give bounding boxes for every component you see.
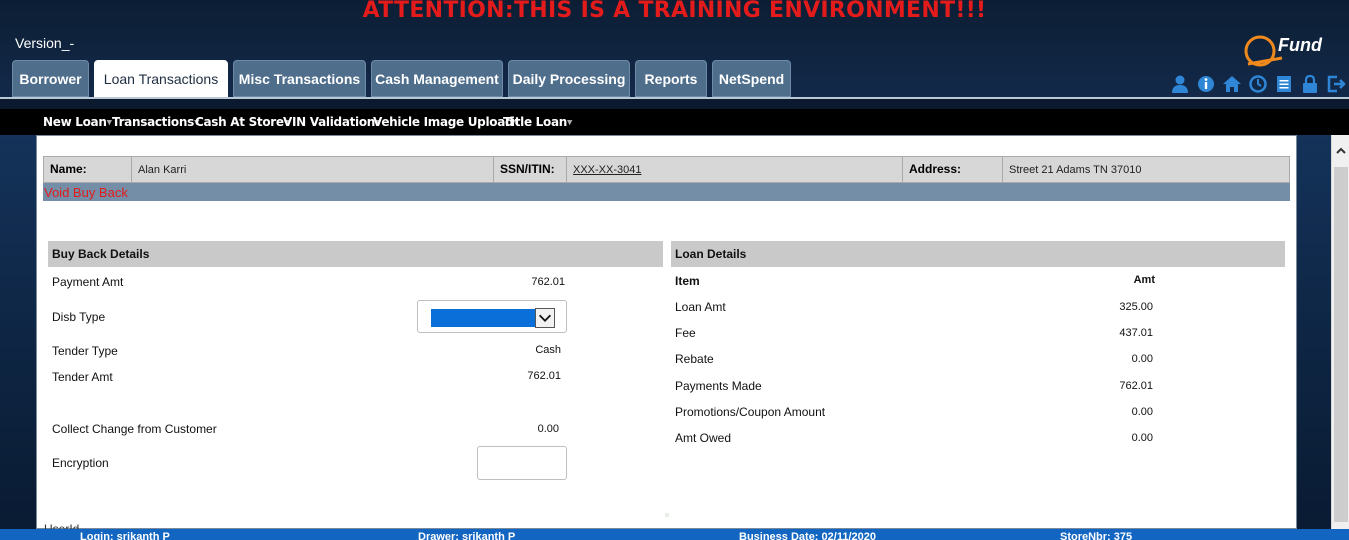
spacer-dot [665, 513, 669, 517]
loan-details-heading: Loan Details [671, 241, 1285, 267]
customer-address: Street 21 Adams TN 37010 [1009, 164, 1142, 176]
scrollbar-thumb[interactable] [1334, 167, 1348, 522]
tab-netspend[interactable]: NetSpend [712, 60, 791, 97]
footer-store: StoreNbr: 375 [1060, 531, 1133, 540]
loan-row-item: Payments Made [675, 379, 762, 393]
tab-borrower[interactable]: Borrower [12, 60, 89, 97]
loan-col-item: Item [675, 274, 700, 288]
version-label: Version_- [15, 35, 75, 51]
subnav-vehicle-image-upload[interactable]: Vehicle Image Upload▼ [373, 115, 519, 129]
qfund-logo: Fund [1244, 35, 1323, 67]
customer-info-bar: Name: Alan Karri SSN/ITIN: XXX-XX-3041 A… [43, 156, 1290, 183]
address-value-cell: Street 21 Adams TN 37010 [1003, 157, 1289, 182]
vertical-scrollbar[interactable] [1331, 135, 1349, 529]
footer-business-date: Business Date: 02/11/2020 [739, 531, 876, 540]
background-left [0, 135, 36, 529]
tab-loan-transactions[interactable]: Loan Transactions [94, 60, 228, 97]
lock-icon[interactable] [1300, 74, 1320, 94]
loan-row-amt: 437.01 [1119, 327, 1153, 339]
address-label-cell: Address: [903, 157, 1003, 182]
ssn-value-cell: XXX-XX-3041 [567, 157, 903, 182]
customer-name: Alan Karri [138, 164, 187, 176]
encryption-label: Encryption [52, 456, 109, 470]
loan-row-amt: 0.00 [1131, 432, 1153, 444]
tender-amt-label: Tender Amt [52, 370, 113, 384]
logout-icon[interactable] [1326, 74, 1346, 94]
collect-change-value: 0.00 [537, 423, 559, 435]
ssn-link[interactable]: XXX-XX-3041 [573, 164, 641, 176]
tender-type-value: Cash [535, 344, 561, 356]
loan-row-amt: 0.00 [1131, 406, 1153, 418]
name-value-cell: Alan Karri [132, 157, 494, 182]
header-divider [0, 97, 1349, 99]
subnav-cash-at-store[interactable]: Cash At Store▼ [195, 115, 289, 129]
sub-navigation: New Loan▼ Transactions▼ Cash At Store▼ V… [0, 109, 1349, 135]
chevron-down-icon[interactable] [535, 308, 555, 328]
top-header: ATTENTION:THIS IS A TRAINING ENVIRONMENT… [0, 0, 1349, 98]
loan-row-item: Rebate [675, 352, 714, 366]
clock-icon[interactable] [1248, 74, 1268, 94]
caret-down-icon: ▼ [567, 118, 573, 127]
home-icon[interactable] [1222, 74, 1242, 94]
subnav-transactions[interactable]: Transactions▼ [112, 115, 199, 129]
training-banner: ATTENTION:THIS IS A TRAINING ENVIRONMENT… [362, 0, 987, 23]
main-content: Name: Alan Karri SSN/ITIN: XXX-XX-3041 A… [36, 135, 1297, 536]
tender-type-label: Tender Type [52, 344, 118, 358]
tab-cash-management[interactable]: Cash Management [371, 60, 503, 97]
tender-amt-value: 762.01 [527, 370, 561, 382]
name-label: Name: [50, 162, 87, 176]
ssn-label-cell: SSN/ITIN: [494, 157, 567, 182]
logo-text: Fund [1278, 35, 1323, 55]
subnav-vin-validation[interactable]: VIN Validation▼ [283, 115, 380, 129]
disb-type-select[interactable] [417, 300, 567, 333]
title-strip [43, 183, 1290, 201]
page-title: Void Buy Back [44, 185, 128, 200]
loan-row-item: Amt Owed [675, 431, 732, 445]
info-icon[interactable] [1196, 74, 1216, 94]
encryption-input[interactable] [477, 446, 567, 480]
loan-row-item: Fee [675, 326, 696, 340]
user-icon[interactable] [1170, 74, 1190, 94]
loan-row-amt: 0.00 [1131, 353, 1153, 365]
address-label: Address: [909, 162, 962, 176]
collect-change-label: Collect Change from Customer [52, 422, 217, 436]
loan-row-item: Loan Amt [675, 300, 726, 314]
background-right [1297, 135, 1331, 529]
document-icon[interactable] [1274, 74, 1294, 94]
footer-login: Login: srikanth P [80, 531, 170, 540]
footer-drawer: Drawer: srikanth P [418, 531, 516, 540]
status-footer: Login: srikanth P Drawer: srikanth P Bus… [0, 529, 1349, 540]
caret-down-icon: ▼ [106, 118, 112, 127]
payment-amt-value: 762.01 [531, 276, 565, 288]
subnav-title-loan[interactable]: Title Loan▼ [503, 115, 572, 129]
tab-reports[interactable]: Reports [635, 60, 707, 97]
payment-amt-label: Payment Amt [52, 275, 124, 289]
loan-row-amt: 325.00 [1119, 301, 1153, 313]
loan-row-amt: 762.01 [1119, 380, 1153, 392]
tab-daily-processing[interactable]: Daily Processing [508, 60, 630, 97]
loan-row-item: Promotions/Coupon Amount [675, 405, 826, 419]
loan-col-amt: Amt [1133, 274, 1155, 286]
disb-type-selected [431, 309, 535, 327]
ssn-label: SSN/ITIN: [500, 162, 555, 176]
name-label-cell: Name: [44, 157, 132, 182]
scroll-up-icon[interactable] [1335, 145, 1347, 157]
disb-type-label: Disb Type [52, 310, 106, 324]
subnav-new-loan[interactable]: New Loan▼ [43, 115, 112, 129]
tab-misc-transactions[interactable]: Misc Transactions [233, 60, 366, 97]
buy-back-heading: Buy Back Details [48, 241, 663, 267]
